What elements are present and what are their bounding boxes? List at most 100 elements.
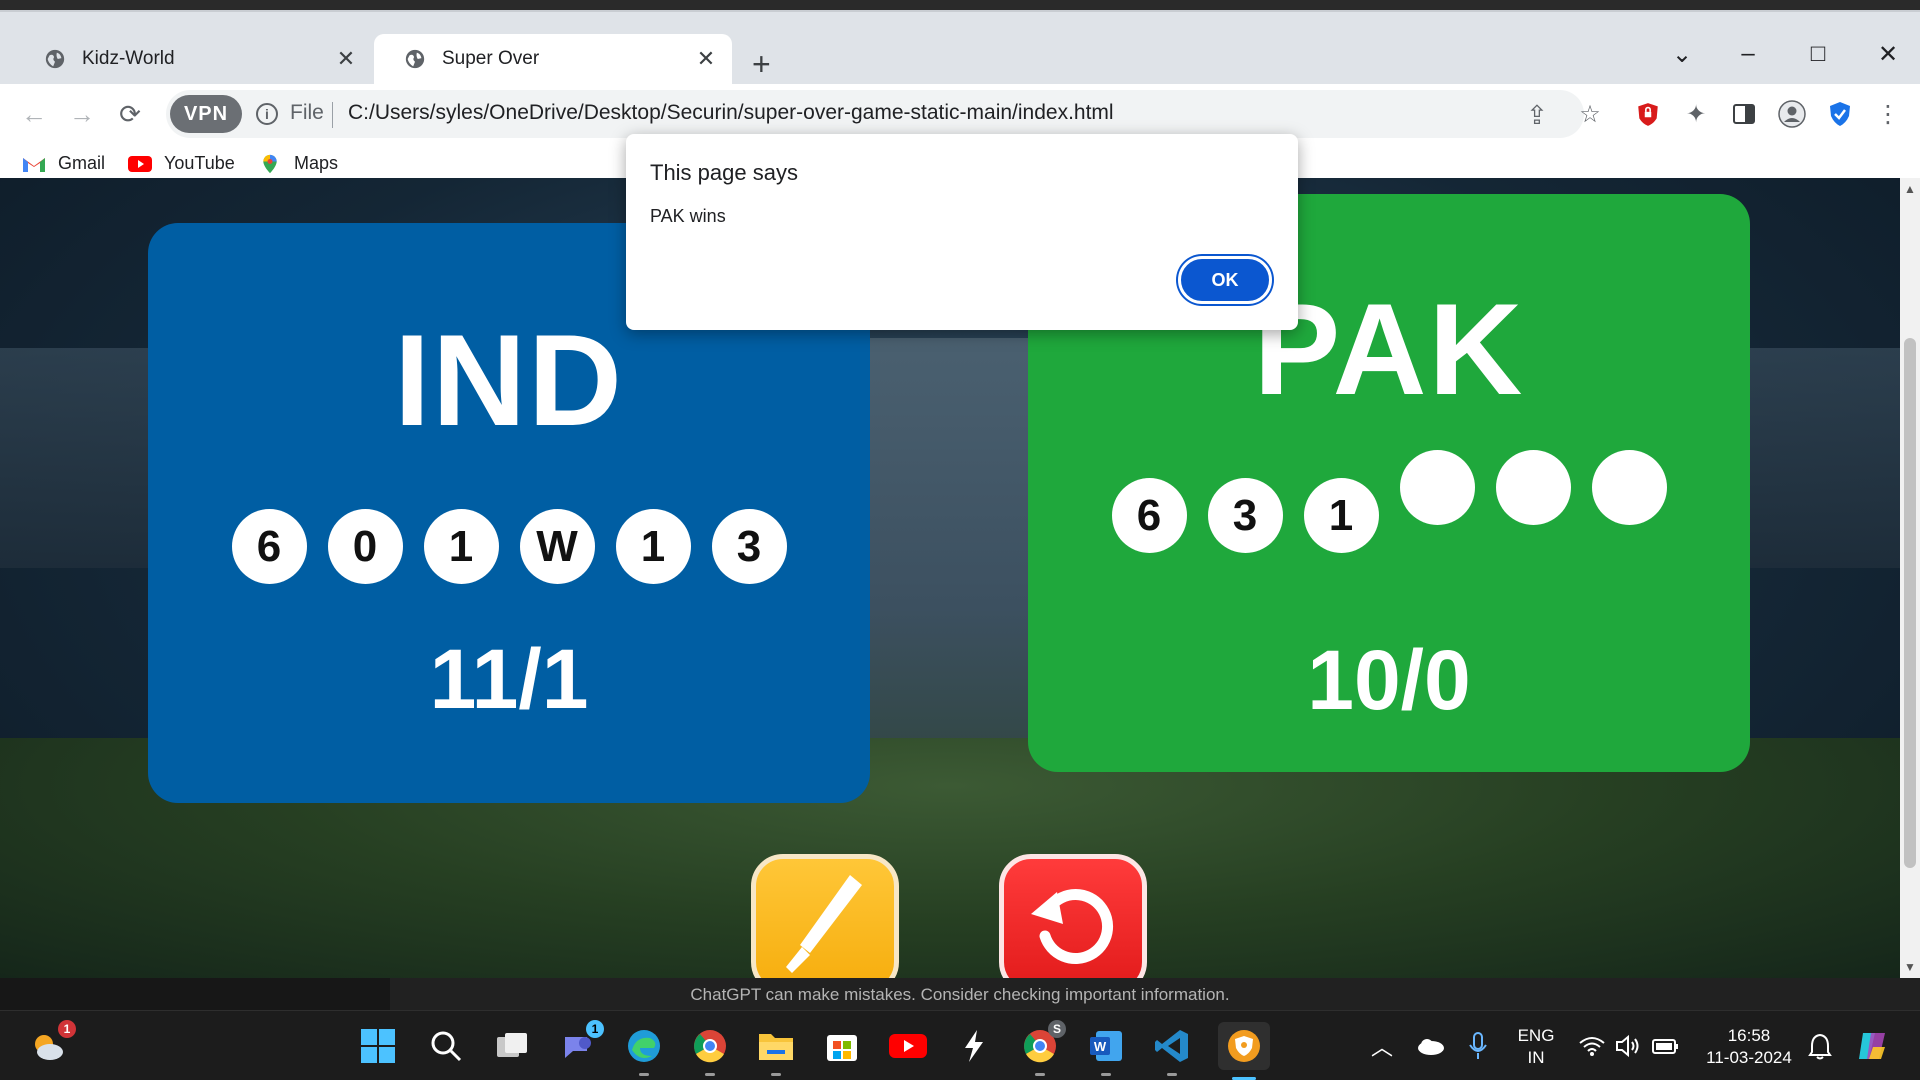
- profile-icon[interactable]: [1776, 98, 1808, 130]
- running-indicator: [639, 1073, 649, 1076]
- word-icon[interactable]: W: [1086, 1026, 1126, 1076]
- file-explorer-icon[interactable]: [756, 1026, 796, 1076]
- minimize-button[interactable]: –: [1728, 40, 1768, 68]
- bookmark-gmail[interactable]: Gmail: [22, 153, 105, 174]
- running-indicator: [1167, 1073, 1177, 1076]
- search-icon[interactable]: [426, 1026, 466, 1066]
- restart-icon: [1031, 889, 1114, 964]
- clock-date: 11-03-2024: [1706, 1048, 1792, 1067]
- bookmark-label: Maps: [294, 153, 339, 173]
- running-indicator: [771, 1073, 781, 1076]
- tab-strip: Kidz-World ✕ Super Over ✕ + ⌄ – □ ✕: [0, 22, 1920, 84]
- divider: [332, 102, 333, 128]
- edge-icon[interactable]: [624, 1026, 664, 1076]
- tab-title: Kidz-World: [82, 48, 175, 69]
- tab-super-over[interactable]: Super Over ✕: [374, 34, 732, 84]
- window-border: [0, 10, 1920, 12]
- chevron-up-icon[interactable]: ︿: [1362, 1026, 1402, 1066]
- strike-button[interactable]: [751, 854, 899, 978]
- bookmark-youtube[interactable]: YouTube: [128, 153, 235, 174]
- bat-icon: [786, 875, 862, 973]
- background-window: ChatGPT can make mistakes. Consider chec…: [0, 978, 1920, 1010]
- profile-badge: S: [1048, 1020, 1066, 1038]
- ball-result: 1: [1303, 478, 1379, 553]
- store-icon[interactable]: [822, 1026, 862, 1066]
- scheme-label: File: [290, 101, 324, 124]
- onedrive-icon[interactable]: [1410, 1026, 1450, 1066]
- vpn-badge[interactable]: VPN: [170, 95, 242, 133]
- ball-result: 0: [327, 509, 403, 584]
- scrollbar[interactable]: ▲ ▼: [1900, 178, 1920, 978]
- app-launcher-icon[interactable]: [954, 1026, 994, 1066]
- address-bar[interactable]: VPN i File C:/Users/syles/OneDrive/Deskt…: [166, 90, 1584, 138]
- language-code: ENG: [1517, 1026, 1555, 1045]
- clock[interactable]: 16:58 11-03-2024: [1694, 1025, 1804, 1069]
- tab-title: Super Over: [442, 48, 540, 69]
- restart-button[interactable]: [999, 854, 1147, 978]
- side-panel-icon[interactable]: [1728, 98, 1760, 130]
- bookmark-label: Gmail: [58, 153, 106, 173]
- team-score: 11/1: [429, 632, 589, 726]
- share-icon[interactable]: ⇪: [1526, 100, 1548, 131]
- teams-icon[interactable]: 1: [558, 1020, 604, 1066]
- ball-list: 6 0 1 W 1 3: [148, 509, 870, 584]
- ball-result: 6: [231, 509, 307, 584]
- reload-icon[interactable]: ⟳: [112, 96, 148, 132]
- background-notice: ChatGPT can make mistakes. Consider chec…: [690, 985, 1230, 1004]
- youtube-icon: [128, 155, 152, 172]
- ball-result: 1: [423, 509, 499, 584]
- forward-icon[interactable]: →: [64, 96, 100, 132]
- extensions-icon[interactable]: ✦: [1680, 98, 1712, 130]
- shield-icon[interactable]: [1824, 98, 1856, 130]
- scrollbar-thumb[interactable]: [1904, 338, 1916, 868]
- running-indicator: [1101, 1073, 1111, 1076]
- ball-result: W: [519, 509, 595, 584]
- ad-block-icon[interactable]: [1632, 98, 1664, 130]
- youtube-app-icon[interactable]: [888, 1026, 928, 1066]
- bookmark-star-icon[interactable]: ☆: [1574, 98, 1606, 130]
- more-menu-icon[interactable]: ⋮: [1872, 98, 1904, 130]
- close-tab-icon[interactable]: ✕: [334, 46, 358, 72]
- close-tab-icon[interactable]: ✕: [694, 46, 718, 72]
- wifi-icon[interactable]: [1572, 1026, 1612, 1066]
- bookmark-maps[interactable]: Maps: [258, 153, 338, 174]
- scroll-down-icon[interactable]: ▼: [1904, 960, 1916, 974]
- ok-button[interactable]: OK: [1178, 256, 1272, 304]
- ball-empty: [1591, 450, 1667, 525]
- weather-widget[interactable]: 1: [28, 1020, 76, 1066]
- vpn-app-icon[interactable]: [1218, 1022, 1270, 1080]
- chrome-profile-icon[interactable]: S: [1020, 1020, 1066, 1076]
- new-tab-button[interactable]: +: [752, 48, 771, 80]
- info-icon[interactable]: i: [256, 103, 278, 125]
- ball-result: 3: [711, 509, 787, 584]
- back-icon[interactable]: ←: [16, 96, 52, 132]
- team-score: 10/0: [1307, 633, 1471, 727]
- task-view-icon[interactable]: [492, 1026, 532, 1066]
- notification-badge: 1: [586, 1020, 604, 1038]
- taskbar: 1 1 S W ︿ ENG IN 16:58 11-03-2024: [0, 1010, 1920, 1080]
- copilot-icon[interactable]: [1852, 1026, 1892, 1066]
- bell-icon[interactable]: [1800, 1026, 1840, 1066]
- microphone-icon[interactable]: [1458, 1026, 1498, 1066]
- vscode-icon[interactable]: [1152, 1026, 1192, 1076]
- start-button[interactable]: [358, 1026, 398, 1066]
- scroll-up-icon[interactable]: ▲: [1904, 182, 1916, 196]
- close-window-button[interactable]: ✕: [1868, 40, 1908, 69]
- dialog-message: PAK wins: [650, 206, 726, 226]
- ball-result: 6: [1111, 478, 1187, 553]
- tab-kidz-world[interactable]: Kidz-World ✕: [14, 34, 372, 84]
- chrome-icon[interactable]: [690, 1026, 730, 1076]
- url-text[interactable]: C:/Users/syles/OneDrive/Desktop/Securin/…: [348, 101, 1114, 125]
- globe-icon: [405, 49, 425, 69]
- ball-list: 6 3 1: [1028, 450, 1750, 553]
- volume-icon[interactable]: [1608, 1026, 1648, 1066]
- region-code: IN: [1527, 1048, 1545, 1067]
- chevron-down-icon[interactable]: ⌄: [1662, 40, 1702, 69]
- battery-icon[interactable]: [1646, 1026, 1686, 1066]
- bookmark-label: YouTube: [164, 153, 235, 173]
- maximize-button[interactable]: □: [1798, 40, 1838, 68]
- dialog-title: This page says: [650, 160, 798, 185]
- running-indicator: [1035, 1073, 1045, 1076]
- ball-result: 3: [1207, 478, 1283, 553]
- language-indicator[interactable]: ENG IN: [1508, 1025, 1564, 1069]
